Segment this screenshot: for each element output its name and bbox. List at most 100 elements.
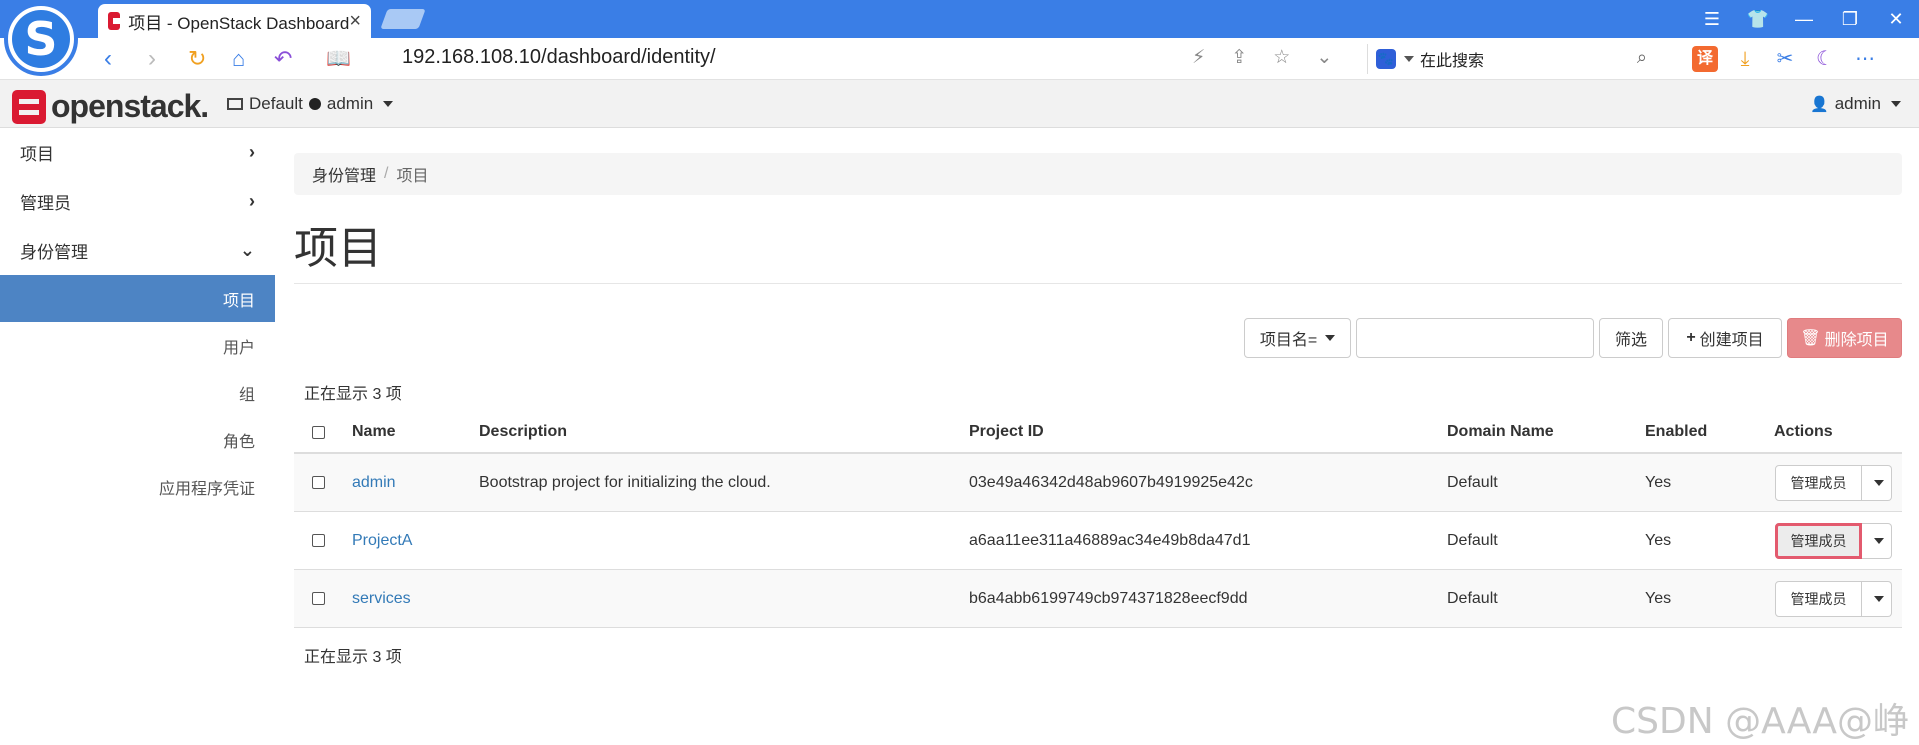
new-tab-button[interactable]: [380, 9, 426, 29]
manage-members-button[interactable]: 管理成员: [1775, 464, 1862, 501]
scissors-icon[interactable]: ✂: [1772, 46, 1798, 72]
row-actions-dropdown[interactable]: [1862, 580, 1892, 617]
row-checkbox[interactable]: [312, 570, 325, 627]
star-icon[interactable]: ☆: [1273, 46, 1290, 69]
toolbar-extensions: 译 ⤓ ✂ ☾ ⋯: [1692, 46, 1878, 72]
domain-label: Default: [249, 94, 303, 113]
moon-icon[interactable]: ☾: [1812, 46, 1838, 72]
delete-project-button[interactable]: 🗑 删除项目: [1787, 318, 1902, 358]
project-id: a6aa11ee311a46889ac34e49b8da47d1: [969, 531, 1251, 549]
column-header-project-id[interactable]: Project ID: [969, 412, 1044, 452]
download-icon[interactable]: ⤓: [1732, 46, 1758, 72]
browser-tab[interactable]: 项目 - OpenStack Dashboard ×: [98, 4, 371, 38]
project-name-link[interactable]: admin: [352, 454, 396, 511]
create-project-button[interactable]: + 创建项目: [1668, 318, 1782, 358]
column-header-description[interactable]: Description: [479, 412, 567, 452]
column-header-actions: Actions: [1774, 423, 1833, 440]
address-bar[interactable]: 192.168.108.10/dashboard/identity/: [402, 46, 716, 69]
item-count-bottom: 正在显示 3 项: [304, 649, 402, 666]
share-icon[interactable]: ⇪: [1231, 46, 1247, 69]
back-icon[interactable]: ‹: [104, 44, 112, 74]
project-name-link[interactable]: services: [352, 570, 411, 627]
project-description: Bootstrap project for initializing the c…: [479, 473, 771, 491]
trash-icon: 🗑: [1800, 330, 1821, 347]
sidebar-subitem-projects[interactable]: 项目: [0, 275, 275, 322]
translate-icon[interactable]: 译: [1692, 46, 1718, 72]
row-actions: 管理成员: [1775, 522, 1892, 559]
sidebar-subitem-users[interactable]: 用户: [0, 322, 275, 369]
sidebar-subitem-groups[interactable]: 组: [0, 369, 275, 416]
user-menu[interactable]: 👤 admin: [1810, 94, 1901, 114]
search-engine-caret-icon[interactable]: [1404, 56, 1414, 62]
skin-icon[interactable]: 👕: [1735, 9, 1781, 30]
caret-down-icon: [1873, 479, 1884, 486]
filter-field-label: 项目名=: [1259, 332, 1318, 349]
openstack-logo[interactable]: openstack.: [12, 88, 209, 125]
openstack-favicon-icon: [108, 12, 124, 30]
project-label: admin: [326, 94, 374, 113]
menu-icon[interactable]: ☰: [1689, 9, 1735, 30]
column-header-domain[interactable]: Domain Name: [1447, 412, 1554, 452]
minimize-icon[interactable]: —: [1781, 9, 1827, 30]
reload-icon[interactable]: ↻: [188, 44, 206, 74]
flash-icon[interactable]: ⚡: [1192, 46, 1205, 69]
enabled-value: Yes: [1645, 589, 1672, 607]
forward-icon[interactable]: ›: [148, 44, 156, 74]
close-window-icon[interactable]: ✕: [1873, 9, 1919, 30]
user-name: admin: [1834, 94, 1881, 113]
filter-input[interactable]: [1356, 318, 1594, 358]
table-row: admin Bootstrap project for initializing…: [294, 454, 1902, 512]
chevron-right-icon: ›: [249, 142, 255, 162]
chevron-right-icon: ›: [249, 191, 255, 211]
filter-field-dropdown[interactable]: 项目名=: [1244, 318, 1351, 358]
project-name-link[interactable]: ProjectA: [352, 512, 412, 569]
browser-tab-bar: 项目 - OpenStack Dashboard × ☰ 👕 — ❐ ✕: [0, 0, 1919, 38]
filter-button[interactable]: 筛选: [1599, 318, 1663, 358]
caret-down-icon: [1873, 595, 1884, 602]
sidebar-item-label: 项目: [20, 145, 54, 164]
delete-project-label: 删除项目: [1824, 332, 1889, 349]
project-selector-icon: [227, 98, 243, 110]
enabled-value: Yes: [1645, 531, 1672, 549]
watermark: CSDN @AAA@峥: [1611, 701, 1909, 742]
tab-title: 项目 - OpenStack Dashboard: [128, 13, 350, 33]
sidebar-subitem-roles[interactable]: 角色: [0, 416, 275, 463]
sidebar-item-label: 管理员: [20, 194, 71, 213]
sidebar-item-identity[interactable]: 身份管理 ⌄: [0, 226, 275, 275]
project-id: b6a4abb6199749cb974371828eecf9dd: [969, 589, 1248, 607]
chevron-down-icon[interactable]: ⌄: [1316, 46, 1332, 69]
undo-icon[interactable]: ↶: [274, 44, 292, 74]
more-icon[interactable]: ⋯: [1852, 46, 1878, 72]
manage-members-button[interactable]: 管理成员: [1775, 580, 1862, 617]
sidebar-item-admin[interactable]: 管理员 ›: [0, 177, 275, 226]
openstack-logo-icon: [12, 89, 46, 124]
search-icon[interactable]: ⌕: [1637, 47, 1647, 68]
sidebar-item-project[interactable]: 项目 ›: [0, 128, 275, 177]
restore-icon[interactable]: ❐: [1827, 9, 1873, 30]
caret-down-icon: [383, 101, 394, 107]
sidebar-subitem-app-credentials[interactable]: 应用程序凭证: [0, 463, 275, 510]
breadcrumb-parent[interactable]: 身份管理: [312, 162, 376, 186]
row-checkbox[interactable]: [312, 454, 325, 511]
caret-down-icon: [1325, 335, 1336, 341]
row-actions-dropdown[interactable]: [1862, 464, 1892, 501]
select-all-checkbox[interactable]: [312, 412, 325, 452]
reader-icon[interactable]: 📖: [326, 44, 351, 74]
window-controls: ☰ 👕 — ❐ ✕: [1689, 0, 1919, 38]
home-icon[interactable]: ⌂: [232, 44, 245, 74]
manage-members-button[interactable]: 管理成员: [1775, 522, 1862, 559]
browser-logo-icon[interactable]: S: [4, 2, 78, 76]
breadcrumb-separator: /: [384, 165, 389, 182]
search-box[interactable]: 🐾 在此搜索 ⌕: [1367, 44, 1651, 74]
tab-close-icon[interactable]: ×: [349, 10, 361, 33]
row-actions-dropdown[interactable]: [1862, 522, 1892, 559]
openstack-logo-text: openstack.: [51, 88, 209, 124]
caret-down-icon: [1873, 537, 1884, 544]
search-placeholder: 在此搜索: [1420, 53, 1485, 70]
user-icon: 👤: [1810, 96, 1829, 113]
table-row: services b6a4abb6199749cb974371828eecf9d…: [294, 570, 1902, 628]
project-selector[interactable]: Default admin: [227, 94, 394, 114]
column-header-enabled[interactable]: Enabled: [1645, 412, 1707, 452]
row-checkbox[interactable]: [312, 512, 325, 569]
column-header-name[interactable]: Name: [352, 412, 396, 452]
